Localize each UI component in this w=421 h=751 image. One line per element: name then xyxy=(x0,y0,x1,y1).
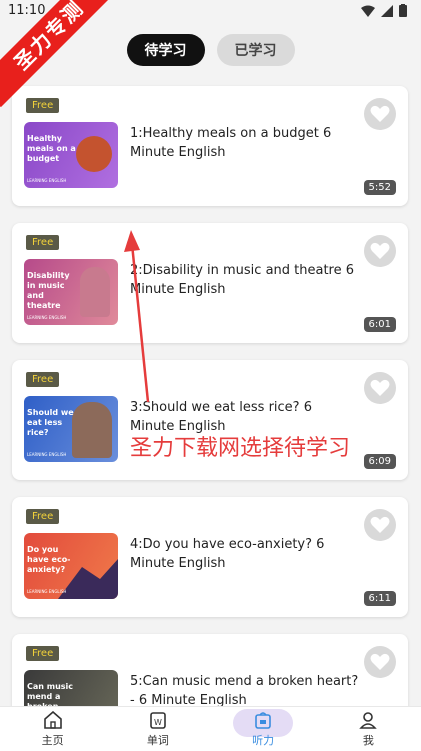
nav-me[interactable]: 我 xyxy=(316,707,421,751)
tab-learned[interactable]: 已学习 xyxy=(216,34,295,66)
free-badge: Free xyxy=(26,509,60,524)
battery-icon xyxy=(399,4,407,17)
nav-label: 听力 xyxy=(252,734,275,747)
thumbnail-brand: LEARNING ENGLISH xyxy=(27,452,67,457)
free-badge: Free xyxy=(26,372,60,387)
tab-to-learn[interactable]: 待学习 xyxy=(126,34,205,66)
home-icon xyxy=(43,710,63,730)
favorite-heart-icon[interactable] xyxy=(364,509,396,541)
duration-label: 5:52 xyxy=(363,180,396,195)
favorite-heart-icon[interactable] xyxy=(364,235,396,267)
nav-listening[interactable]: 听力 xyxy=(211,707,316,751)
lesson-card[interactable]: Free Disability in music and theatre LEA… xyxy=(12,223,408,343)
user-icon xyxy=(359,710,378,730)
wifi-icon xyxy=(361,5,375,17)
status-time: 11:10 xyxy=(8,3,46,18)
lesson-title: 2:Disability in music and theatre 6 Minu… xyxy=(130,263,355,297)
duration-label: 6:09 xyxy=(363,454,396,469)
favorite-heart-icon[interactable] xyxy=(364,98,396,130)
status-icons xyxy=(361,4,407,17)
thumbnail-brand: LEARNING ENGLISH xyxy=(27,315,67,320)
nav-words[interactable]: W 单词 xyxy=(105,707,210,751)
duration-label: 6:11 xyxy=(363,591,396,606)
thumbnail-brand: LEARNING ENGLISH xyxy=(27,178,67,183)
free-badge: Free xyxy=(26,98,60,113)
lesson-thumbnail: Disability in music and theatre LEARNING… xyxy=(24,259,118,325)
thumbnail-caption: Do you have eco-anxiety? xyxy=(27,545,71,574)
thumbnail-caption: Should we eat less rice? xyxy=(27,408,74,437)
thumbnail-caption: Disability in music and theatre xyxy=(27,271,70,310)
nav-home[interactable]: 主页 xyxy=(0,707,105,751)
lesson-card[interactable]: Free Do you have eco-anxiety? LEARNING E… xyxy=(12,497,408,617)
person-image xyxy=(80,267,110,317)
person-image xyxy=(72,402,112,458)
food-bowl-image xyxy=(76,136,112,172)
listening-icon xyxy=(255,710,271,730)
favorite-heart-icon[interactable] xyxy=(364,646,396,678)
thumbnail-caption: Healthy meals on a budget xyxy=(27,134,76,163)
free-badge: Free xyxy=(26,235,60,250)
duration-label: 6:01 xyxy=(363,317,396,332)
thumbnail-brand: LEARNING ENGLISH xyxy=(27,589,67,594)
lesson-title: 4:Do you have eco-anxiety? 6 Minute Engl… xyxy=(130,537,325,571)
nav-label: 单词 xyxy=(146,734,169,747)
lesson-thumbnail: Do you have eco-anxiety? LEARNING ENGLIS… xyxy=(24,533,118,599)
nav-label: 我 xyxy=(362,734,374,747)
annotation-text: 圣力下载网选择待学习 xyxy=(130,436,351,461)
favorite-heart-icon[interactable] xyxy=(364,372,396,404)
lesson-card[interactable]: Free Healthy meals on a budget LEARNING … xyxy=(12,86,408,206)
lesson-title: 1:Healthy meals on a budget 6 Minute Eng… xyxy=(130,126,332,160)
lesson-thumbnail: Should we eat less rice? LEARNING ENGLIS… xyxy=(24,396,118,462)
signal-icon xyxy=(381,4,393,17)
bottom-nav: 主页 W 单词 听力 我 xyxy=(0,706,421,751)
lesson-thumbnail: Healthy meals on a budget LEARNING ENGLI… xyxy=(24,122,118,188)
lesson-title: 5:Can music mend a broken heart? - 6 Min… xyxy=(130,674,359,708)
nav-label: 主页 xyxy=(41,734,64,747)
svg-text:W: W xyxy=(154,718,162,727)
lesson-card[interactable]: Free Should we eat less rice? LEARNING E… xyxy=(12,360,408,480)
free-badge: Free xyxy=(26,646,60,661)
word-book-icon: W xyxy=(150,710,166,730)
